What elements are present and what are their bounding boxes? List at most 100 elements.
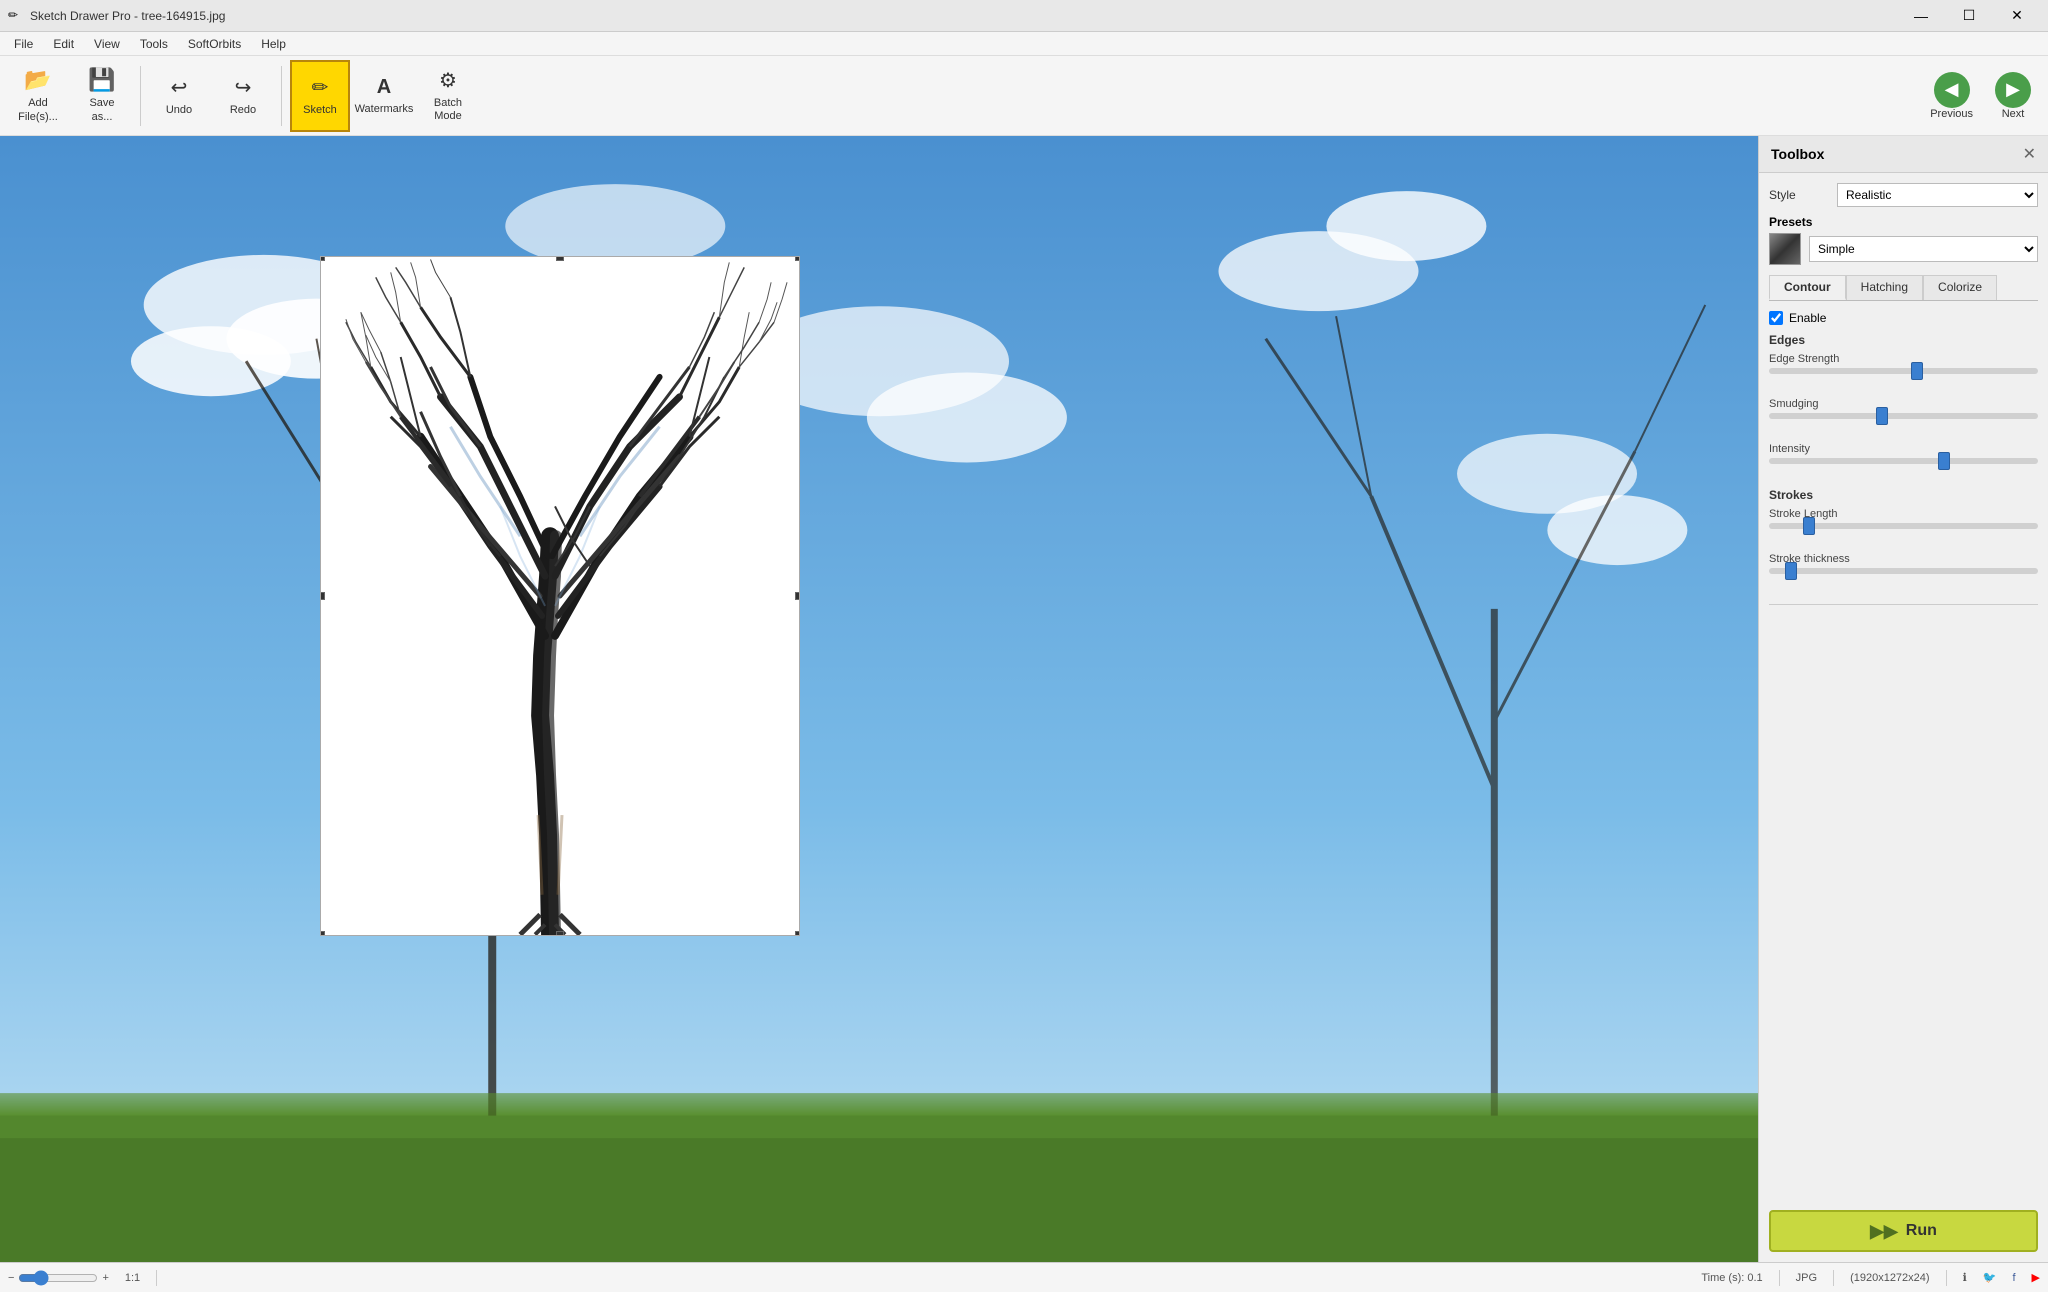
menu-help[interactable]: Help <box>251 35 296 53</box>
handle-bottom-middle[interactable] <box>556 931 564 936</box>
presets-preview-icon <box>1769 233 1801 265</box>
smudging-row: Smudging <box>1769 398 2038 433</box>
stroke-thickness-slider-container <box>1769 568 2038 588</box>
run-button[interactable]: ▶▶ Run <box>1769 1210 2038 1252</box>
enable-row: Enable <box>1769 311 2038 325</box>
toolbox-separator <box>1769 604 2038 605</box>
presets-section: Presets Simple Detailed Soft Hard <box>1769 215 2038 265</box>
canvas-area[interactable] <box>0 136 1758 1262</box>
facebook-icon[interactable]: f <box>2012 1272 2015 1284</box>
tree-sketch-svg <box>321 257 799 935</box>
info-icon[interactable]: ℹ <box>1963 1271 1967 1284</box>
zoom-control: − + <box>8 1270 109 1286</box>
youtube-icon[interactable]: ▶ <box>2032 1271 2040 1284</box>
redo-button[interactable]: ↪ Redo <box>213 60 273 132</box>
handle-middle-left[interactable] <box>320 592 325 600</box>
edge-strength-row: Edge Strength <box>1769 353 2038 388</box>
close-button[interactable]: ✕ <box>1994 0 2040 32</box>
menu-edit[interactable]: Edit <box>43 35 84 53</box>
undo-button[interactable]: ↩ Undo <box>149 60 209 132</box>
style-label: Style <box>1769 188 1829 202</box>
watermarks-icon: A <box>377 76 391 99</box>
tab-contour[interactable]: Contour <box>1769 275 1846 300</box>
main-layout: Toolbox ✕ Style Realistic Simple Pencil … <box>0 136 2048 1262</box>
watermarks-button[interactable]: A Watermarks <box>354 60 414 132</box>
smudging-label: Smudging <box>1769 398 2038 410</box>
previous-button[interactable]: ◀ Previous <box>1921 67 1982 125</box>
run-label: Run <box>1906 1222 1937 1240</box>
save-as-button[interactable]: 💾 Saveas... <box>72 60 132 132</box>
save-as-icon: 💾 <box>88 67 115 93</box>
batch-mode-label: BatchMode <box>434 97 462 123</box>
handle-bottom-right[interactable] <box>795 931 800 936</box>
zoom-plus[interactable]: + <box>102 1272 108 1284</box>
time-label: Time (s): 0.1 <box>1701 1272 1762 1284</box>
stroke-thickness-thumb[interactable] <box>1785 562 1797 580</box>
menu-bar: File Edit View Tools SoftOrbits Help <box>0 32 2048 56</box>
style-select[interactable]: Realistic Simple Pencil Charcoal <box>1837 183 2038 207</box>
zoom-slider[interactable] <box>18 1270 98 1286</box>
add-file-label: AddFile(s)... <box>18 97 58 123</box>
zoom-minus[interactable]: − <box>8 1272 14 1284</box>
stroke-length-thumb[interactable] <box>1803 517 1815 535</box>
menu-view[interactable]: View <box>84 35 130 53</box>
save-as-label: Saveas... <box>89 97 114 123</box>
handle-bottom-left[interactable] <box>320 931 325 936</box>
canvas-background <box>0 136 1758 1262</box>
smudging-track <box>1769 413 2038 419</box>
menu-softorbits[interactable]: SoftOrbits <box>178 35 251 53</box>
enable-checkbox[interactable] <box>1769 311 1783 325</box>
edges-title: Edges <box>1769 333 2038 347</box>
intensity-thumb[interactable] <box>1938 452 1950 470</box>
maximize-button[interactable]: ☐ <box>1946 0 1992 32</box>
stroke-length-slider-container <box>1769 523 2038 543</box>
edge-strength-track <box>1769 368 2038 374</box>
stroke-thickness-row: Stroke thickness <box>1769 553 2038 588</box>
zoom-level: 1:1 <box>125 1272 140 1284</box>
tabs-bar: Contour Hatching Colorize <box>1769 275 2038 301</box>
menu-file[interactable]: File <box>4 35 43 53</box>
handle-top-middle[interactable] <box>556 256 564 261</box>
dimensions-label: (1920x1272x24) <box>1850 1272 1930 1284</box>
handle-top-left[interactable] <box>320 256 325 261</box>
toolbox-body: Style Realistic Simple Pencil Charcoal P… <box>1759 173 2048 1190</box>
twitter-icon[interactable]: 🐦 <box>1983 1271 1997 1284</box>
run-icon: ▶▶ <box>1870 1221 1898 1242</box>
toolbar-separator-2 <box>281 66 282 126</box>
add-file-button[interactable]: 📂 AddFile(s)... <box>8 60 68 132</box>
presets-row: Simple Detailed Soft Hard <box>1769 233 2038 265</box>
stroke-length-track <box>1769 523 2038 529</box>
handle-middle-right[interactable] <box>795 592 800 600</box>
redo-label: Redo <box>230 104 256 116</box>
edge-strength-thumb[interactable] <box>1911 362 1923 380</box>
toolbox-close-button[interactable]: ✕ <box>2023 144 2036 164</box>
sketch-preview-box[interactable] <box>320 256 800 936</box>
smudging-thumb[interactable] <box>1876 407 1888 425</box>
presets-label: Presets <box>1769 215 2038 229</box>
batch-mode-icon: ⚙ <box>439 68 457 93</box>
undo-label: Undo <box>166 104 192 116</box>
handle-top-right[interactable] <box>795 256 800 261</box>
next-button[interactable]: ▶ Next <box>1986 67 2040 125</box>
style-row: Style Realistic Simple Pencil Charcoal <box>1769 183 2038 207</box>
minimize-button[interactable]: — <box>1898 0 1944 32</box>
app-icon: ✏ <box>8 8 24 24</box>
batch-mode-button[interactable]: ⚙ BatchMode <box>418 60 478 132</box>
background-scene <box>0 136 1758 1262</box>
menu-tools[interactable]: Tools <box>130 35 178 53</box>
sketch-label: Sketch <box>303 104 337 116</box>
next-icon: ▶ <box>1995 72 2031 108</box>
nav-buttons: ◀ Previous ▶ Next <box>1921 67 2040 125</box>
stroke-thickness-track <box>1769 568 2038 574</box>
tab-hatching[interactable]: Hatching <box>1846 275 1923 300</box>
strokes-title: Strokes <box>1769 488 2038 502</box>
edges-section: Edges Edge Strength Smudging <box>1769 333 2038 478</box>
presets-select[interactable]: Simple Detailed Soft Hard <box>1809 236 2038 262</box>
sketch-button[interactable]: ✏ Sketch <box>290 60 350 132</box>
tab-colorize[interactable]: Colorize <box>1923 275 1997 300</box>
edge-strength-slider-container <box>1769 368 2038 388</box>
strokes-section: Strokes Stroke Length Stroke thickness <box>1769 488 2038 588</box>
title-bar: ✏ Sketch Drawer Pro - tree-164915.jpg — … <box>0 0 2048 32</box>
toolbox-title: Toolbox <box>1771 146 1824 162</box>
undo-icon: ↩ <box>171 75 188 100</box>
